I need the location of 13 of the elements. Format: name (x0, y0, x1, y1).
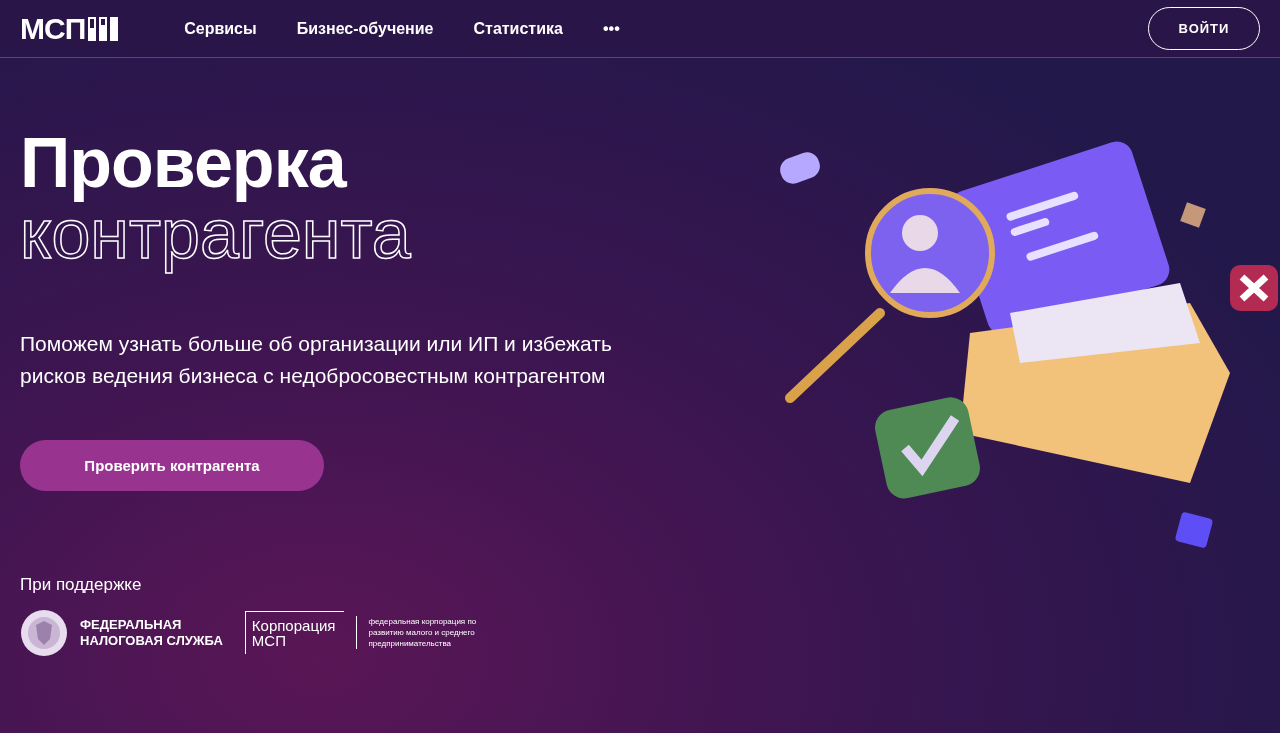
nav-link[interactable]: Статистика (473, 19, 563, 38)
emblem-icon (20, 608, 68, 657)
corporation-logo: Корпорация МСП (244, 611, 344, 654)
bars-logo-icon (88, 16, 119, 41)
nav-link[interactable]: Бизнес-обучение (296, 19, 434, 38)
hero-description: Поможем узнать больше об организации или ИП и избежать рисков ведения бизнеса с недобросовестным контрагентом (20, 330, 613, 389)
support-label: При поддержке (20, 574, 143, 595)
check-button[interactable]: Проверить контрагента (20, 439, 324, 491)
corporation-note: федеральная корпорация по развитию малого и среднего предпринимательства (355, 616, 497, 649)
fns-name: ФЕДЕРАЛЬНАЯ НАЛОГОВАЯ СЛУЖБА (80, 616, 223, 649)
nav-link[interactable]: ••• (602, 19, 620, 38)
nav-link[interactable]: Сервисы (184, 19, 257, 38)
site-logo[interactable]: МСП (20, 11, 86, 46)
